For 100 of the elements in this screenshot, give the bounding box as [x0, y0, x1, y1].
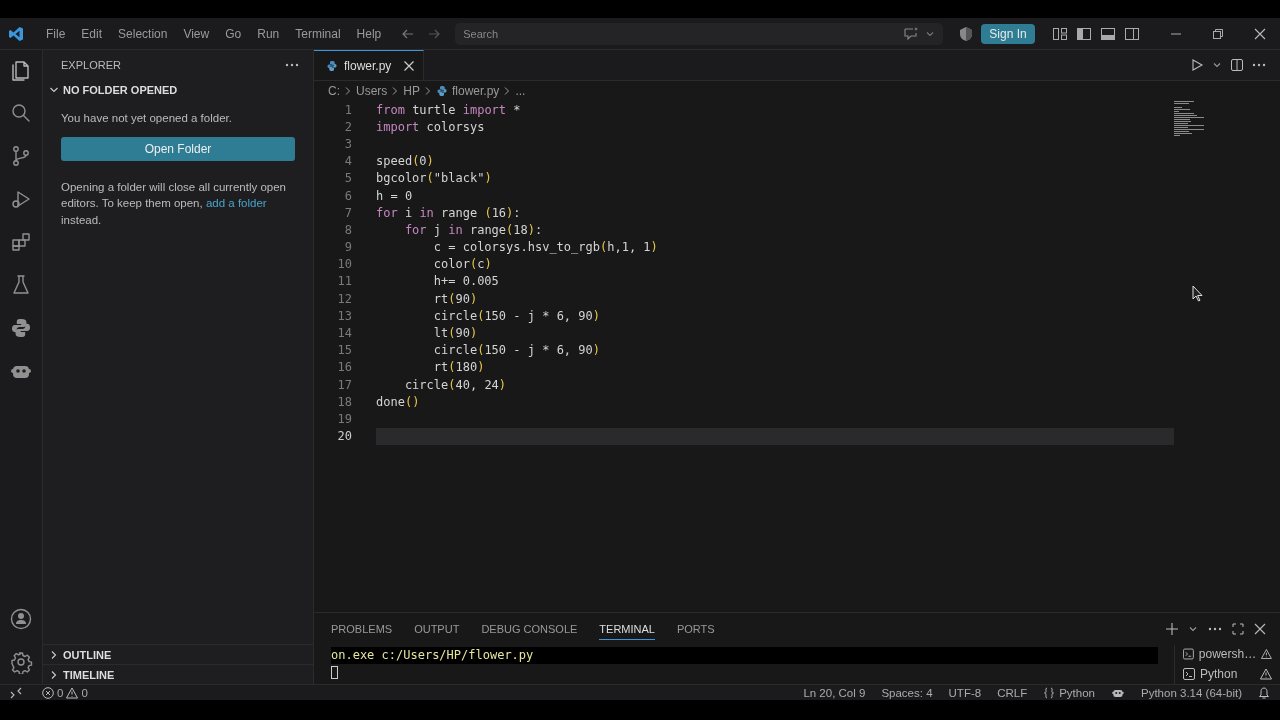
shield-icon — [959, 25, 974, 42]
line-number: 12 — [336, 291, 352, 306]
code-line: circle(150 - j * 6, 90) — [432, 342, 600, 359]
code-line: rt(90) — [432, 290, 478, 308]
add-folder-link[interactable]: add a folder — [205, 197, 267, 209]
status-item[interactable]: UTF-8 — [948, 686, 982, 699]
menu-item[interactable]: Run — [249, 26, 288, 41]
extensions-icon[interactable] — [9, 230, 33, 254]
chevron-right-icon — [424, 86, 432, 96]
search-field[interactable]: Search — [455, 22, 944, 45]
section-title[interactable]: OUTLINE — [63, 648, 112, 661]
code-line: h+= 0.005 — [432, 273, 499, 291]
breadcrumb-item[interactable]: ... — [515, 84, 526, 98]
more-icon[interactable] — [1208, 627, 1222, 631]
code-line: lt(90) — [432, 325, 478, 342]
chevron-right-icon — [503, 86, 512, 96]
panel-tab[interactable]: PROBLEMS — [331, 618, 393, 640]
code-line: c = colorsys.hsv_to_rgb(h,1, 1) — [432, 239, 658, 256]
plus-icon[interactable] — [1166, 623, 1178, 635]
line-number: 16 — [336, 360, 352, 375]
toggle-secondary-sidebar-icon[interactable] — [1124, 25, 1140, 42]
bell-icon[interactable] — [1258, 686, 1270, 699]
line-number: 2 — [343, 119, 352, 134]
menu-item[interactable]: Selection — [110, 26, 176, 41]
terminal-icon — [1183, 667, 1195, 680]
customize-layout-icon[interactable] — [1052, 25, 1068, 42]
line-number: 14 — [336, 326, 352, 341]
mouse-pointer-icon — [1192, 285, 1203, 302]
terminal-list-item[interactable]: powersh… — [1183, 645, 1272, 662]
menu-item[interactable]: Go — [217, 26, 250, 41]
terminal-output: on.exe c:/Users/HP/flower.py — [331, 647, 1158, 664]
code-line: rt(180) — [432, 359, 485, 376]
remote-icon[interactable] — [10, 686, 22, 699]
line-number: 7 — [343, 205, 352, 220]
line-number: 8 — [343, 222, 352, 237]
status-item[interactable]: Ln 20, Col 9 — [803, 686, 866, 699]
close-icon[interactable] — [1254, 623, 1266, 635]
menu-item[interactable]: File — [38, 26, 74, 41]
chat-icon[interactable] — [903, 26, 920, 41]
line-number: 19 — [336, 411, 352, 426]
account-icon[interactable] — [9, 607, 33, 631]
chevron-right-icon[interactable] — [49, 649, 59, 660]
chevron-right-icon — [391, 86, 400, 96]
run-icon[interactable] — [1190, 58, 1204, 72]
error-icon — [42, 686, 54, 699]
menu-item[interactable]: Help — [348, 26, 390, 41]
python-file-icon — [436, 85, 448, 97]
code-line: speed(0) — [376, 153, 434, 170]
status-item[interactable]: Spaces: 4 — [881, 686, 933, 699]
chevron-down-icon[interactable] — [49, 85, 59, 95]
sidebar-title: EXPLORER — [61, 59, 121, 71]
code-line: from turtle import * — [376, 101, 521, 119]
panel-tab[interactable]: TERMINAL — [599, 618, 655, 640]
panel-tab[interactable]: OUTPUT — [414, 618, 460, 640]
line-number: 5 — [343, 171, 352, 186]
panel-tab[interactable]: DEBUG CONSOLE — [481, 618, 578, 640]
panel-tab[interactable]: PORTS — [676, 618, 715, 640]
menu-item[interactable]: Terminal — [287, 26, 349, 41]
terminal-cursor — [331, 666, 338, 679]
code-line: circle(150 - j * 6, 90) — [432, 307, 600, 325]
chevron-down-icon[interactable] — [1212, 60, 1222, 70]
more-icon[interactable] — [1252, 63, 1266, 67]
braces-icon — [1043, 686, 1056, 699]
status-item[interactable]: Python 3.14 (64-bit) — [1141, 686, 1242, 699]
section-title[interactable]: TIMELINE — [63, 668, 115, 681]
breadcrumb-item[interactable]: Users — [356, 84, 388, 98]
split-editor-icon[interactable] — [1230, 58, 1244, 72]
code-line: circle(40, 24) — [403, 376, 507, 394]
breadcrumb-item[interactable]: HP — [403, 84, 420, 98]
warning-icon — [1261, 647, 1272, 660]
maximize-icon[interactable] — [1232, 623, 1244, 635]
terminal-list-item[interactable]: Python — [1183, 665, 1272, 682]
python-icon[interactable] — [9, 316, 33, 340]
editor-tab[interactable]: flower.py — [314, 50, 425, 80]
line-number: 3 — [343, 136, 352, 151]
chevron-right-icon[interactable] — [49, 669, 59, 680]
line-number: 13 — [336, 308, 352, 323]
line-number: 6 — [343, 188, 352, 203]
open-folder-button[interactable]: Open Folder — [61, 136, 295, 161]
code-line: import colorsys — [376, 118, 485, 136]
settings-icon[interactable] — [9, 650, 33, 674]
status-item[interactable]: Python — [1043, 686, 1095, 699]
menu-item[interactable]: Edit — [73, 26, 111, 41]
toggle-sidebar-icon[interactable] — [1076, 25, 1092, 42]
restore-icon[interactable] — [1212, 27, 1224, 40]
more-icon[interactable] — [285, 63, 299, 67]
problems-status[interactable]: 0 0 — [42, 686, 88, 699]
toggle-panel-icon[interactable] — [1100, 25, 1116, 42]
menu-item[interactable]: View — [175, 26, 218, 41]
chevron-down-icon[interactable] — [1188, 624, 1198, 634]
close-icon[interactable] — [1254, 27, 1266, 40]
section-title[interactable]: NO FOLDER OPENED — [63, 84, 178, 96]
line-number: 9 — [343, 240, 352, 255]
line-number: 11 — [336, 274, 352, 289]
close-icon[interactable] — [403, 59, 416, 72]
sign-in-button[interactable]: Sign In — [981, 23, 1035, 44]
breadcrumb-item[interactable]: flower.py — [452, 84, 500, 98]
line-number: 15 — [336, 343, 352, 358]
breadcrumb-item[interactable]: C: — [328, 84, 340, 98]
status-item[interactable]: CRLF — [997, 686, 1028, 699]
